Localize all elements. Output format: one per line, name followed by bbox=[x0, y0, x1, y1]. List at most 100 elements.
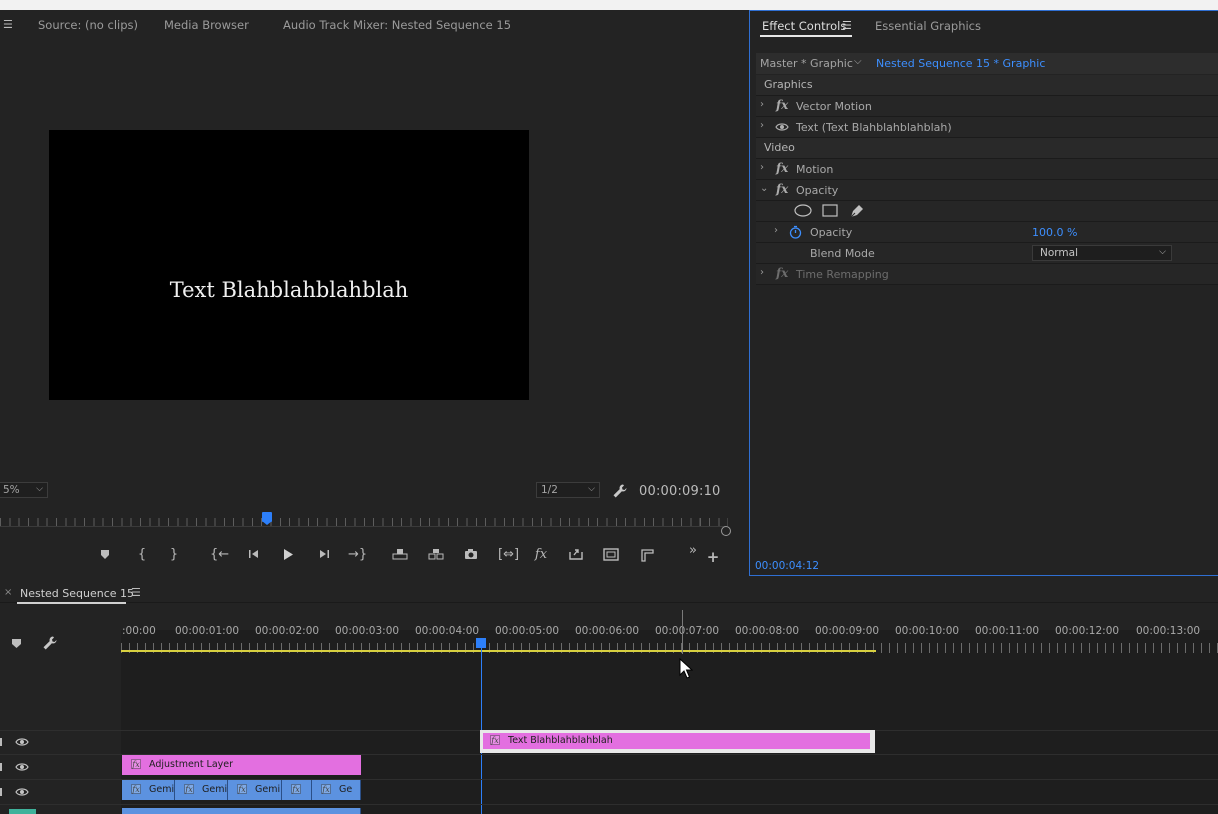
chevron-right-icon[interactable]: › bbox=[774, 225, 778, 236]
timeline-playhead[interactable] bbox=[476, 638, 486, 648]
go-to-in-button[interactable]: {← bbox=[210, 546, 229, 564]
export-frame-icon[interactable] bbox=[462, 546, 480, 564]
extract-button[interactable] bbox=[427, 546, 445, 564]
video-clip[interactable]: fx Gemi bbox=[175, 780, 228, 800]
chevron-right-icon[interactable]: › bbox=[760, 120, 764, 131]
stopwatch-icon[interactable] bbox=[789, 225, 802, 242]
fx-icon[interactable]: fx bbox=[776, 161, 788, 175]
effect-label: Vector Motion bbox=[796, 100, 872, 113]
track-divider bbox=[0, 804, 1218, 805]
param-opacity[interactable]: › Opacity 100.0 % bbox=[756, 222, 1218, 243]
effect-motion[interactable]: › fx Motion bbox=[756, 159, 1218, 180]
effect-opacity[interactable]: ⌄ fx Opacity bbox=[756, 180, 1218, 201]
effect-text[interactable]: › Text (Text Blahblahblahblah) bbox=[756, 117, 1218, 138]
section-graphics: Graphics bbox=[756, 75, 1218, 96]
add-marker-button[interactable] bbox=[96, 546, 114, 564]
eye-icon[interactable] bbox=[15, 787, 29, 797]
step-forward-button[interactable] bbox=[315, 546, 333, 564]
more-buttons-icon[interactable]: » bbox=[684, 542, 702, 560]
export-icon[interactable] bbox=[567, 546, 585, 564]
close-icon[interactable]: × bbox=[4, 587, 12, 598]
tab-media-browser[interactable]: Media Browser bbox=[164, 18, 249, 32]
ruler-label: 00:00:06:00 bbox=[575, 625, 640, 637]
source-patch-indicator[interactable] bbox=[9, 809, 36, 814]
add-marker-icon[interactable] bbox=[11, 638, 22, 652]
chevron-right-icon[interactable]: › bbox=[760, 267, 764, 278]
eye-icon[interactable] bbox=[15, 762, 29, 772]
text-clip[interactable]: fx Text Blahblahblahblah bbox=[480, 730, 875, 753]
pen-mask-icon[interactable] bbox=[849, 203, 865, 221]
chevron-right-icon[interactable]: › bbox=[760, 162, 764, 173]
active-tab-underline bbox=[760, 35, 852, 37]
hover-indicator-line bbox=[682, 610, 683, 654]
program-monitor-panel: ☰ Source: (no clips) Media Browser Audio… bbox=[0, 10, 746, 578]
safe-margins-button[interactable] bbox=[602, 546, 620, 564]
track-lock-indicator[interactable] bbox=[0, 788, 2, 796]
timeline-settings-wrench-icon[interactable] bbox=[42, 635, 58, 654]
fx-icon[interactable]: fx bbox=[776, 98, 788, 112]
tab-effect-controls[interactable]: Effect Controls bbox=[762, 19, 846, 33]
clip-label: Text Blahblahblahblah bbox=[508, 735, 613, 746]
tab-essential-graphics[interactable]: Essential Graphics bbox=[875, 19, 981, 33]
fx-badge-icon: fx bbox=[291, 784, 301, 794]
fx-badge-icon: fx bbox=[131, 759, 141, 769]
rectangle-mask-icon[interactable] bbox=[822, 204, 838, 220]
video-clip[interactable]: fx Ge bbox=[312, 780, 361, 800]
play-button[interactable] bbox=[279, 546, 297, 564]
program-video-frame[interactable]: Text Blahblahblahblah bbox=[49, 130, 529, 400]
sequence-clip-label[interactable]: Nested Sequence 15 * Graphic bbox=[876, 57, 1045, 70]
effect-label: Text (Text Blahblahblahblah) bbox=[796, 121, 952, 134]
tab-sequence[interactable]: Nested Sequence 15 bbox=[20, 587, 134, 600]
fx-icon[interactable]: fx bbox=[776, 266, 788, 280]
program-timecode[interactable]: 00:00:09:10 bbox=[639, 484, 721, 499]
chevron-down-icon[interactable]: ⌵ bbox=[854, 56, 862, 67]
effect-vector-motion[interactable]: › fx Vector Motion bbox=[756, 96, 1218, 117]
video-clip[interactable]: fx Gemi bbox=[122, 780, 175, 800]
ruler-label: 00:00:13:00 bbox=[1136, 625, 1201, 637]
chevron-down-icon[interactable]: ⌄ bbox=[760, 183, 768, 194]
ruler-end-handle[interactable] bbox=[721, 526, 731, 536]
video-clip[interactable]: fx bbox=[282, 780, 312, 800]
go-to-out-button[interactable]: →} bbox=[348, 546, 367, 564]
tab-source[interactable]: Source: (no clips) bbox=[38, 18, 138, 32]
work-area-bar[interactable] bbox=[121, 650, 876, 652]
opacity-value[interactable]: 100.0 % bbox=[1032, 226, 1077, 239]
eye-icon[interactable] bbox=[15, 737, 29, 747]
panel-menu-icon[interactable]: ☰ bbox=[842, 19, 852, 32]
step-back-button[interactable] bbox=[245, 546, 263, 564]
ellipse-mask-icon[interactable] bbox=[794, 204, 812, 220]
tab-audio-track-mixer[interactable]: Audio Track Mixer: Nested Sequence 15 bbox=[283, 18, 511, 32]
mark-out-button[interactable]: } bbox=[165, 546, 183, 564]
button-editor-plus-icon[interactable]: + bbox=[704, 548, 722, 566]
blend-mode-dropdown[interactable]: Normal ⌵ bbox=[1032, 245, 1172, 261]
mark-in-button[interactable]: { bbox=[133, 546, 151, 564]
effect-controls-timecode[interactable]: 00:00:04:12 bbox=[755, 560, 819, 572]
resolution-dropdown[interactable]: 1/2 ⌵ bbox=[536, 482, 600, 498]
chevron-down-icon: ⌵ bbox=[36, 484, 43, 494]
frame-text[interactable]: Text Blahblahblahblah bbox=[49, 278, 529, 302]
eye-icon[interactable] bbox=[775, 122, 789, 135]
lift-button[interactable] bbox=[391, 546, 409, 564]
clip-label: Adjustment Layer bbox=[149, 759, 234, 770]
effect-label: Motion bbox=[796, 163, 834, 176]
program-time-ruler[interactable] bbox=[0, 510, 730, 527]
panel-menu-icon[interactable]: ☰ bbox=[3, 18, 13, 31]
wrench-icon[interactable] bbox=[612, 483, 628, 502]
video-clip[interactable]: fx Gemi bbox=[228, 780, 282, 800]
track-lock-indicator[interactable] bbox=[0, 738, 2, 746]
track-lock-indicator[interactable] bbox=[0, 763, 2, 771]
effect-time-remapping[interactable]: › fx Time Remapping bbox=[756, 264, 1218, 285]
ruler-label: 00:00:05:00 bbox=[495, 625, 560, 637]
clip-label: Ge bbox=[339, 784, 353, 795]
video-clip-row-below[interactable] bbox=[122, 808, 361, 814]
comparison-view-button[interactable]: [⇔] bbox=[498, 546, 519, 564]
adjustment-layer-clip[interactable]: fx Adjustment Layer bbox=[122, 755, 361, 775]
master-clip-label[interactable]: Master * Graphic bbox=[760, 57, 853, 70]
blend-mode-value: Normal bbox=[1040, 247, 1078, 259]
ruler-button[interactable] bbox=[638, 546, 656, 564]
panel-menu-icon[interactable]: ☰ bbox=[131, 586, 141, 599]
fx-icon[interactable]: fx bbox=[776, 182, 788, 196]
zoom-dropdown[interactable]: 5% ⌵ bbox=[0, 482, 48, 498]
chevron-right-icon[interactable]: › bbox=[760, 99, 764, 110]
fx-toggle-button[interactable]: fx bbox=[532, 546, 550, 564]
